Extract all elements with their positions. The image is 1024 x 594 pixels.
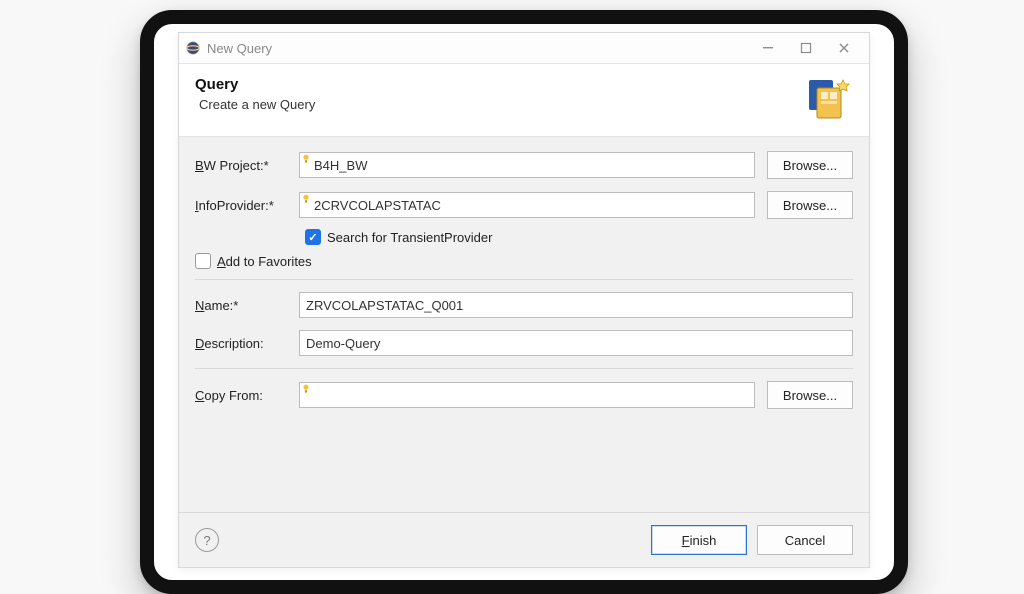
info-provider-label: InfoProvider: bbox=[195, 198, 299, 213]
search-transient-label: Search for TransientProvider bbox=[327, 230, 492, 245]
bw-project-input[interactable] bbox=[299, 152, 755, 178]
row-bw-project: BW Project: Browse... bbox=[195, 151, 853, 179]
dialog-subtitle: Create a new Query bbox=[199, 97, 803, 112]
cancel-button[interactable]: Cancel bbox=[757, 525, 853, 555]
info-provider-input[interactable] bbox=[299, 192, 755, 218]
separator bbox=[195, 279, 853, 280]
add-favorites-label: Add to Favorites bbox=[217, 254, 312, 269]
add-favorites-checkbox[interactable]: ✓ bbox=[195, 253, 211, 269]
bw-project-label: BW Project: bbox=[195, 158, 299, 173]
copy-from-label: Copy From: bbox=[195, 388, 299, 403]
name-label: Name: bbox=[195, 298, 299, 313]
dialog-title: Query bbox=[195, 76, 803, 93]
bw-project-browse-button[interactable]: Browse... bbox=[767, 151, 853, 179]
new-query-dialog: New Query Query Create a new Query bbox=[178, 32, 870, 568]
description-input[interactable] bbox=[299, 330, 853, 356]
help-button[interactable]: ? bbox=[195, 528, 219, 552]
row-info-provider: InfoProvider: Browse... bbox=[195, 191, 853, 219]
window-titlebar: New Query bbox=[179, 33, 869, 64]
separator bbox=[195, 368, 853, 369]
row-search-transient: ✓ Search for TransientProvider bbox=[195, 229, 853, 245]
maximize-button[interactable] bbox=[787, 35, 825, 61]
minimize-button[interactable] bbox=[749, 35, 787, 61]
close-button[interactable] bbox=[825, 35, 863, 61]
row-name: Name: bbox=[195, 292, 853, 318]
name-input[interactable] bbox=[299, 292, 853, 318]
tablet-frame: New Query Query Create a new Query bbox=[140, 10, 908, 594]
description-label: Description: bbox=[195, 336, 299, 351]
row-add-favorites: ✓ Add to Favorites bbox=[195, 253, 853, 269]
dialog-body: BW Project: Browse... InfoProvider: bbox=[179, 137, 869, 512]
eclipse-icon bbox=[185, 40, 201, 56]
query-wizard-icon bbox=[803, 74, 853, 124]
dialog-footer: ? Finish Cancel bbox=[179, 512, 869, 567]
finish-button[interactable]: Finish bbox=[651, 525, 747, 555]
dialog-header: Query Create a new Query bbox=[179, 64, 869, 137]
copy-from-browse-button[interactable]: Browse... bbox=[767, 381, 853, 409]
search-transient-checkbox[interactable]: ✓ bbox=[305, 229, 321, 245]
copy-from-input[interactable] bbox=[299, 382, 755, 408]
row-description: Description: bbox=[195, 330, 853, 356]
row-copy-from: Copy From: Browse... bbox=[195, 381, 853, 409]
window-title: New Query bbox=[207, 41, 272, 56]
info-provider-browse-button[interactable]: Browse... bbox=[767, 191, 853, 219]
